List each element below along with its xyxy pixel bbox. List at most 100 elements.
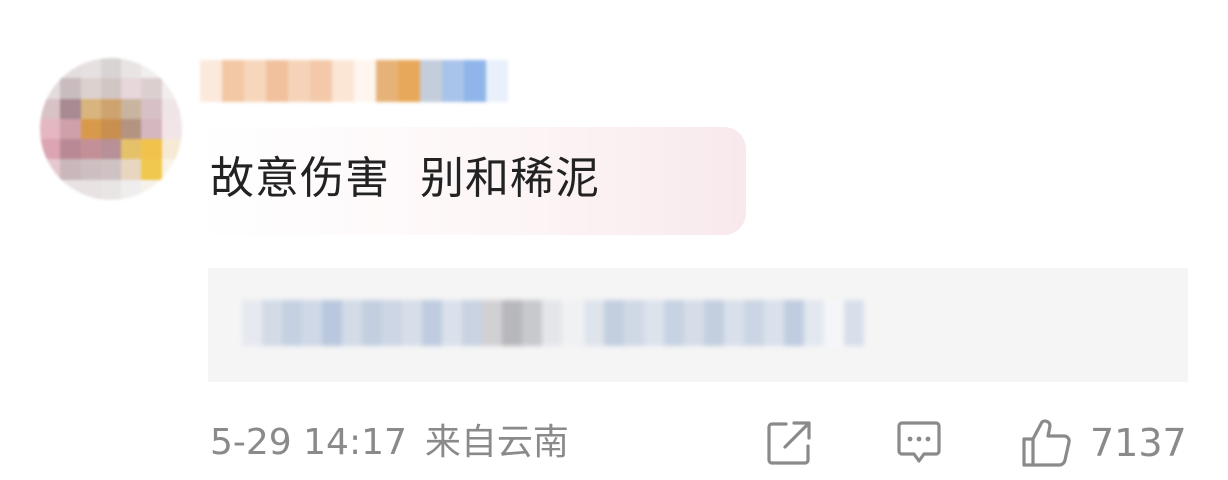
- username-pixel: [486, 60, 508, 102]
- avatar-pixel: [100, 78, 122, 99]
- comment-time: 14:17: [303, 422, 407, 463]
- comment-text: 故意伤害 别和稀泥: [210, 153, 600, 204]
- avatar-pixel: [121, 118, 142, 140]
- avatar-pixel: [100, 118, 122, 140]
- reply-preview-text: [584, 300, 864, 346]
- avatar-pixel: [161, 179, 182, 200]
- comment-meta: 5-29 14:17 来自云南: [210, 418, 569, 468]
- share-icon: [764, 418, 814, 468]
- avatar-pixel: [121, 139, 142, 160]
- reply-pixel: [382, 300, 402, 346]
- username-pixel: [222, 60, 244, 102]
- avatar-pixel: [60, 98, 81, 119]
- reply-pixel: [844, 300, 864, 346]
- username-pixel: [354, 60, 376, 102]
- avatar-pixel: [141, 139, 162, 160]
- avatar-pixel: [80, 58, 101, 79]
- like-count: 7137: [1090, 421, 1187, 465]
- reply-pixel: [684, 300, 704, 346]
- reply-pixel: [562, 300, 582, 346]
- username-pixel: [288, 60, 310, 102]
- avatar-pixel: [161, 159, 182, 180]
- avatar-pixel: [141, 78, 162, 99]
- reply-pixel: [542, 300, 562, 346]
- reply-pixel: [724, 300, 744, 346]
- reply-pixel: [502, 300, 522, 346]
- username-pixel: [200, 60, 222, 102]
- avatar-pixel: [100, 98, 122, 119]
- comment-location: 来自云南: [424, 422, 569, 463]
- reply-pixel: [342, 300, 362, 346]
- share-button[interactable]: [764, 418, 814, 468]
- username[interactable]: [200, 60, 508, 102]
- reply-preview[interactable]: [208, 268, 1188, 382]
- reply-pixel: [282, 300, 302, 346]
- avatar-pixel: [141, 58, 162, 79]
- avatar-pixel: [141, 159, 162, 180]
- avatar[interactable]: [40, 58, 182, 200]
- avatar-pixel: [60, 58, 81, 79]
- comment-bubble[interactable]: 故意伤害 别和稀泥: [196, 127, 746, 235]
- avatar-pixel: [60, 179, 81, 200]
- reply-pixel: [262, 300, 282, 346]
- reply-button[interactable]: [893, 418, 945, 468]
- username-pixel: [266, 60, 288, 102]
- avatar-pixel: [80, 139, 101, 160]
- avatar-pixel: [100, 58, 122, 79]
- thumbs-up-icon: [1020, 417, 1074, 469]
- like-button[interactable]: 7137: [1020, 418, 1187, 468]
- reply-pixel: [462, 300, 482, 346]
- reply-pixel: [242, 300, 262, 346]
- avatar-pixel: [121, 78, 142, 99]
- reply-pixel: [422, 300, 442, 346]
- avatar-pixel: [100, 179, 122, 200]
- username-pixel: [310, 60, 332, 102]
- reply-pixel: [764, 300, 784, 346]
- comment-icon: [893, 418, 945, 468]
- reply-pixel: [804, 300, 824, 346]
- reply-pixel: [624, 300, 644, 346]
- reply-pixel: [664, 300, 684, 346]
- comment-item: 故意伤害 别和稀泥 5-29 14:17 来自云南 7137: [0, 0, 1228, 480]
- avatar-pixel: [60, 78, 81, 99]
- avatar-pixel: [60, 139, 81, 160]
- avatar-pixel: [40, 58, 61, 79]
- reply-pixel: [482, 300, 502, 346]
- username-pixel: [376, 60, 398, 102]
- reply-preview-text: [242, 300, 582, 346]
- avatar-pixel: [40, 118, 61, 140]
- comment-date: 5-29: [210, 422, 292, 463]
- avatar-pixel: [40, 159, 61, 180]
- reply-pixel: [584, 300, 604, 346]
- avatar-pixel: [161, 78, 182, 99]
- avatar-pixel: [60, 118, 81, 140]
- avatar-pixel: [80, 98, 101, 119]
- avatar-pixel: [161, 98, 182, 119]
- avatar-pixel: [141, 179, 162, 200]
- reply-pixel: [604, 300, 624, 346]
- username-pixel: [420, 60, 442, 102]
- avatar-pixel: [80, 179, 101, 200]
- reply-pixel: [522, 300, 542, 346]
- avatar-pixel: [161, 58, 182, 79]
- avatar-pixel: [121, 159, 142, 180]
- reply-pixel: [784, 300, 804, 346]
- username-pixel: [244, 60, 266, 102]
- avatar-pixel: [121, 98, 142, 119]
- reply-pixel: [744, 300, 764, 346]
- avatar-pixel: [141, 98, 162, 119]
- reply-pixel: [362, 300, 382, 346]
- avatar-pixel: [161, 139, 182, 160]
- avatar-pixel: [121, 179, 142, 200]
- reply-pixel: [824, 300, 844, 346]
- reply-pixel: [302, 300, 322, 346]
- reply-pixel: [644, 300, 664, 346]
- avatar-pixel: [161, 118, 182, 140]
- username-pixel: [464, 60, 486, 102]
- avatar-pixel: [100, 139, 122, 160]
- avatar-pixel: [40, 78, 61, 99]
- username-pixel: [332, 60, 354, 102]
- username-pixel: [398, 60, 420, 102]
- avatar-pixel: [80, 159, 101, 180]
- avatar-pixel: [80, 118, 101, 140]
